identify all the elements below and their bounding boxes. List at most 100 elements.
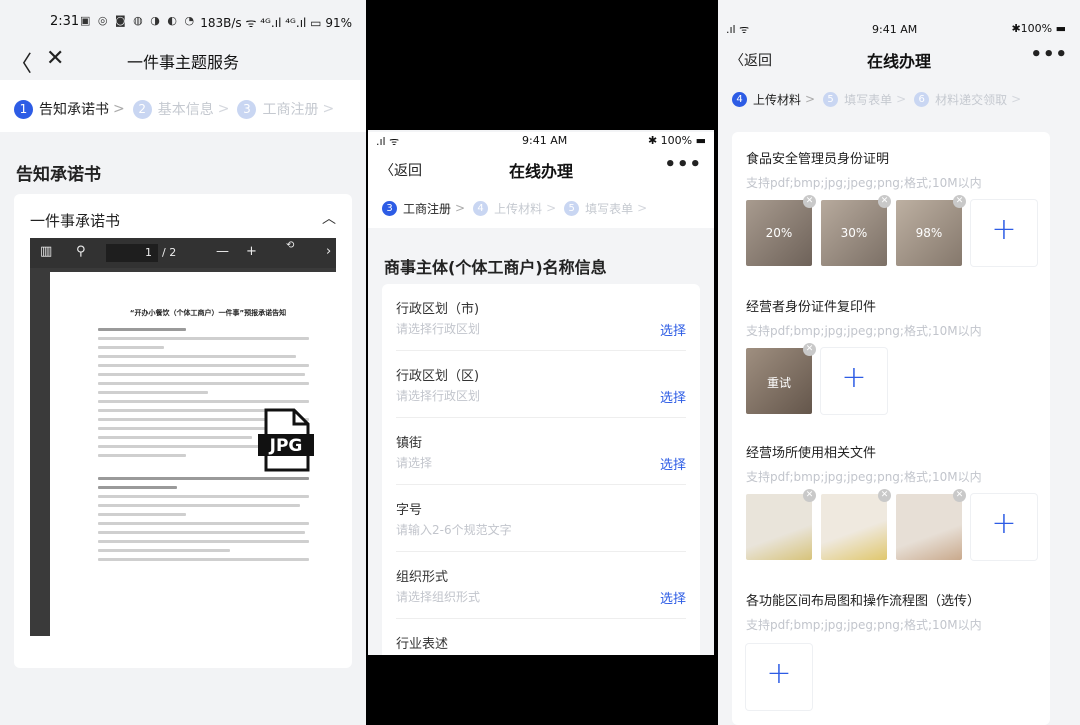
add-upload-button[interactable]: + xyxy=(971,200,1037,266)
page-title: 在线办理 xyxy=(508,162,573,181)
page-title: 一件事主题服务 xyxy=(126,53,239,72)
jpg-file-icon: JPG xyxy=(258,408,314,474)
chevron-right-icon: > xyxy=(322,101,335,117)
page-total: / 2 xyxy=(162,246,177,259)
zoom-in-icon[interactable]: + xyxy=(246,244,257,259)
upload-thumb[interactable]: 重试 ✕ xyxy=(746,343,816,414)
field-placeholder: 请选择行政区划 xyxy=(396,322,481,336)
step-5[interactable]: 5 填写表单 > xyxy=(823,91,906,108)
step-label: 上传材料 xyxy=(753,92,802,107)
upload-thumb[interactable]: 30% ✕ xyxy=(821,195,891,266)
rotate-icon[interactable]: ⟲ xyxy=(286,240,294,251)
field-trade-name[interactable]: 字号 请输入2-6个规范文字 xyxy=(396,485,686,552)
field-district[interactable]: 行政区划（区) 请选择行政区划 选择 xyxy=(396,351,686,418)
search-icon[interactable]: ⚲ xyxy=(76,244,86,259)
add-upload-button[interactable]: + xyxy=(971,494,1037,560)
remove-icon[interactable]: ✕ xyxy=(803,195,816,208)
upload-food-safety-id: 食品安全管理员身份证明 支持pdf;bmp;jpg;jpeg;png;格式;10… xyxy=(746,148,1050,191)
field-org-form[interactable]: 组织形式 请选择组织形式 选择 xyxy=(396,552,686,619)
upload-thumb[interactable]: ✕ xyxy=(746,489,816,560)
battery-icon: ✱100% ▬ xyxy=(1011,22,1066,35)
thumb-list: 重试 ✕ + xyxy=(746,343,887,414)
select-button[interactable]: 选择 xyxy=(660,454,686,473)
step-number: 6 xyxy=(914,91,930,107)
step-4[interactable]: 4 上传材料 > xyxy=(473,200,556,217)
status-icons: ▣ ◎ ◙ ◍ ◑ ◐ ◔ xyxy=(80,14,197,27)
upload-hint: 支持pdf;bmp;jpg;jpeg;png;格式;10M以内 xyxy=(746,324,982,338)
upload-thumb[interactable]: 98% ✕ xyxy=(896,195,966,266)
page-number-input[interactable]: 1 xyxy=(106,244,158,262)
thumb-list: 20% ✕ 30% ✕ 98% ✕ + xyxy=(746,195,1037,266)
nav-bar: 〈返回 在线办理 ••• xyxy=(718,38,1080,78)
select-button[interactable]: 选择 xyxy=(660,387,686,406)
remove-icon[interactable]: ✕ xyxy=(803,489,816,502)
remove-icon[interactable]: ✕ xyxy=(953,489,966,502)
step-label: 上传材料 xyxy=(494,201,543,216)
chevron-right-icon: > xyxy=(1011,92,1022,106)
step-number: 5 xyxy=(564,200,580,216)
chevron-right-icon: > xyxy=(896,92,907,106)
upload-thumb[interactable]: ✕ xyxy=(821,489,891,560)
remove-icon[interactable]: ✕ xyxy=(953,195,966,208)
chevron-right-icon: > xyxy=(637,201,648,215)
panel-upload-materials: .ıl ᯤ 9:41 AM ✱100% ▬ 〈返回 在线办理 ••• 4 上传材… xyxy=(718,0,1080,725)
remove-icon[interactable]: ✕ xyxy=(878,195,891,208)
status-bar: 2:31 ▣ ◎ ◙ ◍ ◑ ◐ ◔ 183B/s ᯤ ⁴ᴳ.ıl ⁴ᴳ.ıl … xyxy=(0,12,366,32)
upload-premises-docs: 经营场所使用相关文件 支持pdf;bmp;jpg;jpeg;png;格式;10M… xyxy=(746,442,1050,485)
step-3[interactable]: 3 工商注册 > xyxy=(382,200,465,217)
jpg-badge-text: JPG xyxy=(269,436,303,456)
field-town[interactable]: 镇街 请选择 选择 xyxy=(396,418,686,485)
step-label: 材料递交领取 xyxy=(935,92,1008,107)
step-1[interactable]: 1 告知承诺书 > xyxy=(14,99,125,119)
trade-name-input[interactable]: 请输入2-6个规范文字 xyxy=(396,521,512,538)
plus-icon: + xyxy=(841,360,867,395)
step-bar: 1 告知承诺书 > 2 基本信息 > 3 工商注册 > xyxy=(0,92,366,126)
field-industry[interactable]: 行业表述 xyxy=(396,619,686,655)
doc-title: “开办小餐饮（个体工商户）一件事”预报承诺告知 xyxy=(129,309,287,317)
next-icon[interactable]: › xyxy=(326,244,331,259)
field-city-district[interactable]: 行政区划（市) 请选择行政区划 选择 xyxy=(396,284,686,351)
step-5[interactable]: 5 填写表单 > xyxy=(564,200,647,217)
sidebar-toggle-icon[interactable]: ▥ xyxy=(40,244,52,259)
step-number: 2 xyxy=(132,99,152,119)
zoom-out-icon[interactable]: — xyxy=(216,244,229,259)
step-bar: 3 工商注册 > 4 上传材料 > 5 填写表单 > xyxy=(368,188,714,228)
status-bar: .ıl ᯤ 9:41 AM ✱ 100% ▬ xyxy=(368,132,714,148)
nav-bar: 〈返回 在线办理 ••• xyxy=(368,148,714,188)
add-upload-button[interactable]: + xyxy=(746,644,812,710)
step-4[interactable]: 4 上传材料 > xyxy=(732,91,815,108)
retry-label[interactable]: 重试 xyxy=(746,374,812,391)
upload-hint: 支持pdf;bmp;jpg;jpeg;png;格式;10M以内 xyxy=(746,176,982,190)
step-label: 工商注册 xyxy=(403,201,452,216)
more-icon[interactable]: ••• xyxy=(1030,44,1068,65)
upload-thumb[interactable]: ✕ xyxy=(896,489,966,560)
status-time: 2:31 xyxy=(50,14,80,29)
upload-card: 食品安全管理员身份证明 支持pdf;bmp;jpg;jpeg;png;格式;10… xyxy=(732,132,1050,725)
upload-thumb[interactable]: 20% ✕ xyxy=(746,195,816,266)
step-6[interactable]: 6 材料递交领取 > xyxy=(914,91,1021,108)
remove-icon[interactable]: ✕ xyxy=(878,489,891,502)
select-button[interactable]: 选择 xyxy=(660,588,686,607)
add-upload-button[interactable]: + xyxy=(821,348,887,414)
step-label: 填写表单 xyxy=(585,201,634,216)
name-info-form: 行政区划（市) 请选择行政区划 选择 行政区划（区) 请选择行政区划 选择 镇街… xyxy=(382,284,700,655)
plus-icon: + xyxy=(766,656,792,691)
section-title: 告知承诺书 xyxy=(16,165,101,185)
step-3[interactable]: 3 工商注册 > xyxy=(237,99,334,119)
chevron-right-icon: > xyxy=(805,92,816,106)
upload-title: 经营场所使用相关文件 xyxy=(746,446,877,461)
step-number: 3 xyxy=(237,99,257,119)
chevron-right-icon: > xyxy=(455,201,466,215)
field-label: 行业表述 xyxy=(396,637,449,652)
field-placeholder: 请选择 xyxy=(396,456,433,470)
chevron-up-icon[interactable]: ︿ xyxy=(322,208,336,228)
more-icon[interactable]: ••• xyxy=(664,154,702,175)
panel-business-registration: .ıl ᯤ 9:41 AM ✱ 100% ▬ 〈返回 在线办理 ••• 3 工商… xyxy=(368,130,714,655)
step-2[interactable]: 2 基本信息 > xyxy=(132,99,229,119)
thumb-list: ✕ ✕ ✕ + xyxy=(746,489,1037,560)
remove-icon[interactable]: ✕ xyxy=(803,343,816,356)
section-title: 商事主体(个体工商户)名称信息 xyxy=(384,258,607,277)
select-button[interactable]: 选择 xyxy=(660,320,686,339)
plus-icon: + xyxy=(991,506,1017,541)
step-label: 填写表单 xyxy=(844,92,893,107)
